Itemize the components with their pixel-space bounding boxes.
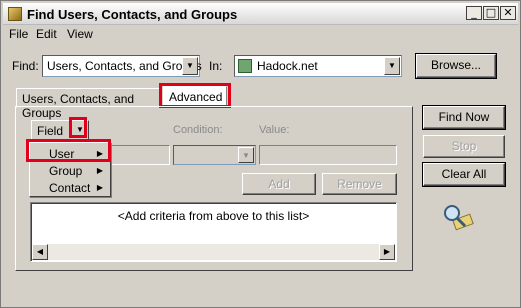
menu-item-contact-label: Contact [49,181,91,195]
tab-users-contacts-groups[interactable]: Users, Contacts, and Groups [16,88,161,120]
chevron-down-icon: ▼ [76,125,84,134]
menu-edit[interactable]: Edit [36,27,57,41]
menu-view[interactable]: View [67,27,93,41]
menu-item-user[interactable]: User ▶ [31,145,109,162]
value-input[interactable] [259,145,397,165]
condition-label: Condition: [173,124,223,136]
title-bar: Find Users, Contacts, and Groups _ □ ✕ [3,3,518,25]
tab-advanced[interactable]: Advanced [163,86,227,108]
add-button[interactable]: Add [242,173,316,195]
menu-item-user-label: User [49,147,75,161]
menu-bar: File Edit View [3,25,518,43]
chevron-down-icon: ▼ [182,57,198,75]
browse-button[interactable]: Browse... [416,54,496,78]
close-button[interactable]: ✕ [500,6,516,20]
scroll-left-icon[interactable]: ◀ [32,244,48,260]
maximize-button[interactable]: □ [483,6,499,20]
chevron-down-icon: ▼ [384,57,400,75]
menu-item-contact[interactable]: Contact ▶ [31,179,109,196]
in-location-dropdown[interactable]: Hadock.net ▼ [234,55,402,77]
submenu-arrow-icon: ▶ [96,149,103,158]
field-popup-menu: User ▶ Group ▶ Contact ▶ [29,142,111,197]
find-now-button[interactable]: Find Now [423,106,505,129]
submenu-arrow-icon: ▶ [96,166,103,175]
field-display [111,145,170,165]
value-label: Value: [259,124,290,136]
scroll-right-icon[interactable]: ▶ [379,244,395,260]
menu-file[interactable]: File [9,27,28,41]
criteria-list[interactable]: <Add criteria from above to this list> ◀… [30,202,397,262]
horizontal-scrollbar[interactable]: ◀ ▶ [32,244,395,260]
criteria-hint: <Add criteria from above to this list> [117,209,310,223]
menu-item-group[interactable]: Group ▶ [31,162,109,179]
clear-all-button[interactable]: Clear All [423,163,505,186]
in-location-value: Hadock.net [257,59,318,73]
chevron-down-icon: ▼ [238,147,254,163]
field-label: Field [37,124,64,138]
find-type-dropdown[interactable]: Users, Contacts, and Groups ▼ [42,55,202,77]
remove-button[interactable]: Remove [322,173,397,195]
in-label: In: [209,59,223,73]
directory-app-icon [8,7,22,21]
find-label: Find: [12,59,39,73]
find-dialog-window: Find Users, Contacts, and Groups _ □ ✕ F… [0,0,521,308]
submenu-arrow-icon: ▶ [96,183,103,192]
domain-icon [238,59,252,73]
menu-item-group-label: Group [49,164,83,178]
stop-button[interactable]: Stop [423,135,505,158]
search-magnifier-icon [444,205,474,231]
field-dropdown-button[interactable]: Field ▼ [31,120,89,140]
minimize-button[interactable]: _ [466,6,482,20]
window-title: Find Users, Contacts, and Groups [27,7,238,22]
find-type-value: Users, Contacts, and Groups [47,59,202,73]
condition-dropdown[interactable]: ▼ [173,145,256,165]
